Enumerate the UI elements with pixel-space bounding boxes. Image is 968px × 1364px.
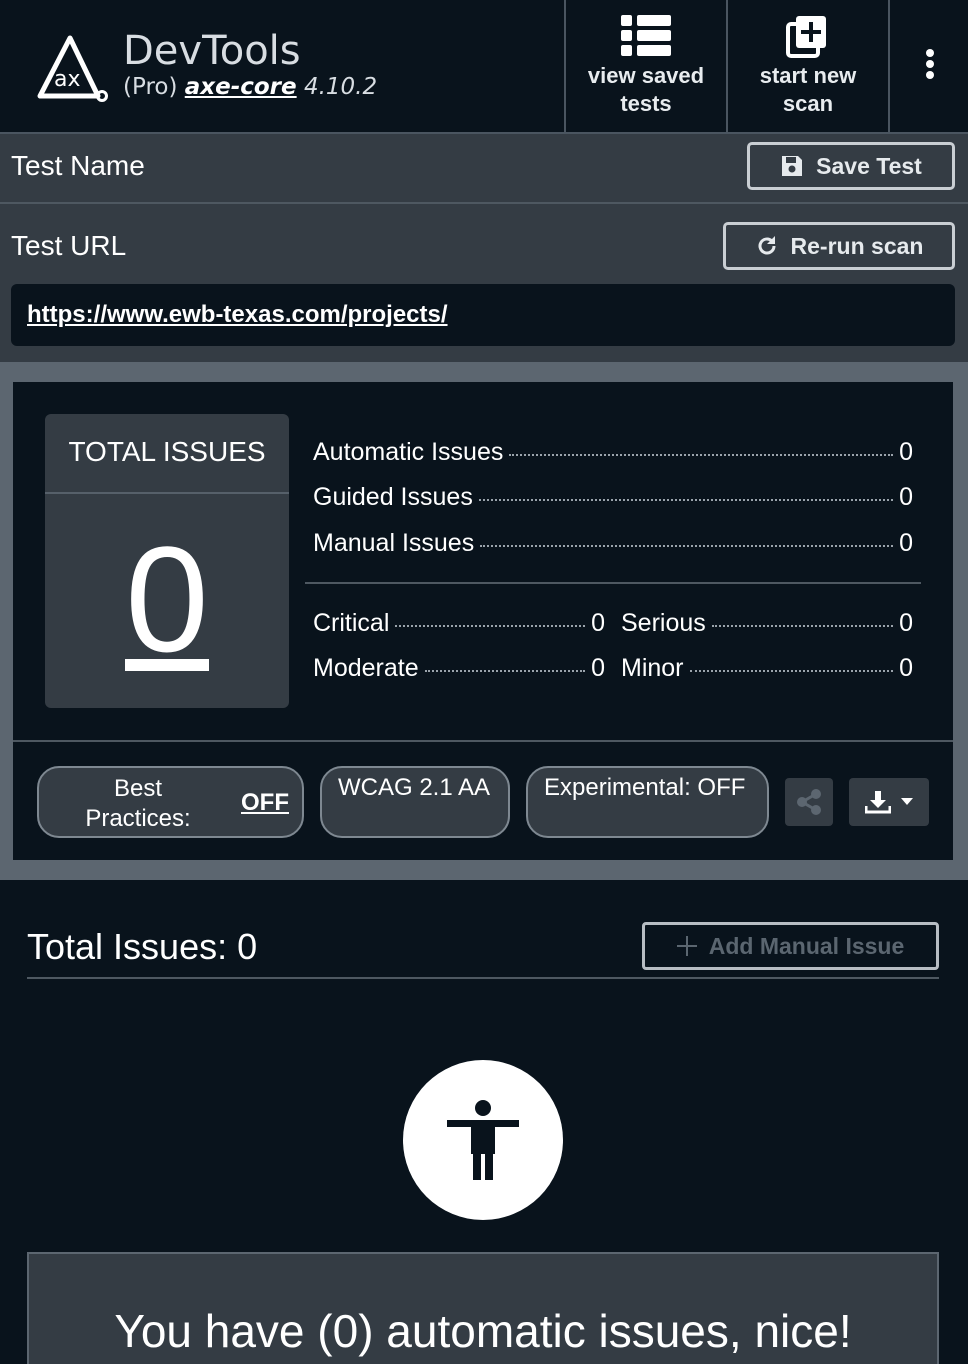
add-manual-issue-button[interactable]: Add Manual Issue xyxy=(642,922,939,970)
minor-label: Minor xyxy=(621,654,684,682)
svg-text:ax: ax xyxy=(54,67,81,92)
start-new-scan-button[interactable]: start new scan xyxy=(726,0,888,134)
chevron-down-icon xyxy=(901,798,913,805)
wcag-level-label: WCAG 2.1 AA xyxy=(338,774,491,801)
automatic-issues-label: Automatic Issues xyxy=(313,438,504,466)
more-options-button[interactable] xyxy=(888,0,968,134)
best-practices-value: OFF xyxy=(241,789,289,816)
total-issues-card: TOTAL ISSUES 0 xyxy=(45,414,289,708)
moderate-label: Moderate xyxy=(313,654,419,682)
start-new-label: start new scan xyxy=(759,63,857,116)
edition-label: (Pro) xyxy=(123,74,178,100)
brand: ax DevTools (Pro) axe-core 4.10.2 xyxy=(36,28,556,108)
serious-label: Serious xyxy=(621,609,706,637)
plus-icon xyxy=(676,936,697,956)
wcag-level-selector[interactable]: WCAG 2.1 AA xyxy=(320,766,510,838)
accessibility-person-icon xyxy=(447,1100,519,1180)
kebab-icon xyxy=(926,49,934,79)
download-icon xyxy=(865,791,891,814)
moderate-row[interactable]: Moderate 0 xyxy=(313,654,605,683)
automatic-issues-count: 0 xyxy=(899,438,913,466)
guided-issues-label: Guided Issues xyxy=(313,483,473,511)
app-header: ax DevTools (Pro) axe-core 4.10.2 view s… xyxy=(0,0,968,134)
axe-logo-icon: ax xyxy=(37,35,108,102)
summary-panel: TOTAL ISSUES 0 Automatic Issues 0 Guided… xyxy=(13,382,953,860)
summary-divider xyxy=(305,582,921,584)
share-icon xyxy=(797,789,821,815)
guided-issues-count: 0 xyxy=(899,483,913,511)
critical-row[interactable]: Critical 0 xyxy=(313,609,605,638)
view-saved-label: view saved tests xyxy=(587,63,705,116)
no-issues-message-box: You have (0) automatic issues, nice! xyxy=(27,1252,939,1364)
app-title: DevTools xyxy=(123,28,301,74)
save-test-button[interactable]: Save Test xyxy=(747,142,955,190)
serious-count: 0 xyxy=(899,609,913,637)
manual-issues-count: 0 xyxy=(899,529,913,557)
rerun-scan-button[interactable]: Re-run scan xyxy=(723,222,955,270)
add-manual-issue-label: Add Manual Issue xyxy=(708,932,905,959)
save-test-label: Save Test xyxy=(816,152,922,179)
best-practices-toggle[interactable]: Best Practices: OFF xyxy=(37,766,304,838)
axe-core-link[interactable]: axe-core xyxy=(185,74,297,100)
serious-row[interactable]: Serious 0 xyxy=(621,609,913,638)
view-saved-tests-button[interactable]: view saved tests xyxy=(564,0,726,134)
share-button[interactable] xyxy=(785,778,833,826)
summary-wrapper: TOTAL ISSUES 0 Automatic Issues 0 Guided… xyxy=(0,362,968,880)
list-icon xyxy=(621,15,671,56)
experimental-label: Experimental: OFF xyxy=(544,774,746,801)
app-subtitle: (Pro) axe-core 4.10.2 xyxy=(123,74,377,100)
manual-issues-label: Manual Issues xyxy=(313,529,475,557)
refresh-icon xyxy=(758,236,776,255)
summary-footer-divider xyxy=(13,740,953,742)
total-issues-heading: TOTAL ISSUES xyxy=(45,414,289,494)
add-scan-icon xyxy=(786,16,826,58)
guided-issues-row[interactable]: Guided Issues 0 xyxy=(313,483,913,512)
test-details: Test Name Save Test Test URL Re-run scan… xyxy=(0,134,968,362)
test-url-field: https://www.ewb-texas.com/projects/ xyxy=(11,284,955,346)
results-title: Total Issues: 0 xyxy=(27,926,258,967)
total-count-underline xyxy=(125,659,209,671)
engine-version: 4.10.2 xyxy=(303,74,378,100)
test-name-label: Test Name xyxy=(11,150,145,181)
experimental-toggle[interactable]: Experimental: OFF xyxy=(526,766,769,838)
rerun-scan-label: Re-run scan xyxy=(790,232,924,259)
floppy-disk-icon xyxy=(782,156,803,176)
minor-count: 0 xyxy=(899,654,913,682)
test-name-row: Test Name Save Test xyxy=(0,134,968,204)
manual-issues-row[interactable]: Manual Issues 0 xyxy=(313,529,913,558)
automatic-issues-row[interactable]: Automatic Issues 0 xyxy=(313,438,913,467)
results-divider xyxy=(27,977,939,979)
test-url-link[interactable]: https://www.ewb-texas.com/projects/ xyxy=(27,301,448,329)
critical-label: Critical xyxy=(313,609,390,637)
test-url-label: Test URL xyxy=(11,230,127,261)
download-menu-button[interactable] xyxy=(849,778,929,826)
no-issues-message: You have (0) automatic issues, nice! xyxy=(114,1305,852,1357)
best-practices-label: Best Practices: xyxy=(85,775,191,832)
moderate-count: 0 xyxy=(591,654,605,682)
critical-count: 0 xyxy=(591,609,605,637)
minor-row[interactable]: Minor 0 xyxy=(621,654,913,683)
accessibility-badge xyxy=(403,1060,563,1220)
